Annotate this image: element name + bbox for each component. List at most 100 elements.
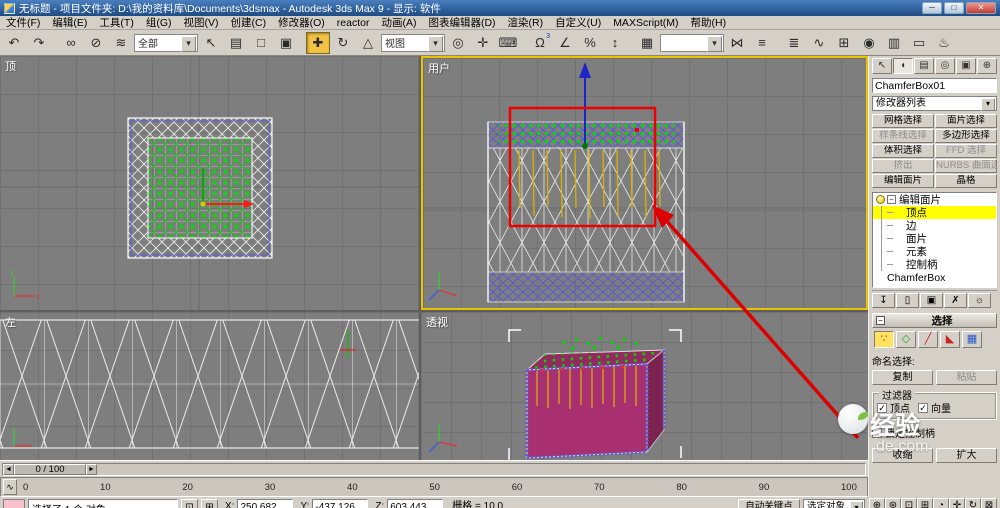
patch-select-button[interactable]: 面片选择 (935, 114, 997, 128)
curve-editor-button[interactable]: ∿ (807, 31, 831, 54)
stack-item-vertex[interactable]: 顶点 (873, 206, 996, 219)
display-tab[interactable]: ▣ (956, 58, 976, 74)
minimize-button[interactable]: ─ (922, 2, 942, 14)
viewport-left[interactable]: 左 (0, 312, 419, 460)
bind-to-spacewarp-button[interactable]: ≋ (109, 31, 133, 54)
previous-frame-button[interactable]: ◄ (3, 463, 14, 475)
motion-tab[interactable]: ◎ (935, 58, 955, 74)
toolbar-separator[interactable] (299, 32, 305, 54)
toolbar-separator[interactable] (521, 32, 527, 54)
extrude-button[interactable]: 挤出 (872, 159, 934, 173)
configure-modifier-sets-button[interactable]: ☼ (968, 293, 991, 308)
select-and-manipulate-button[interactable]: ✛ (471, 31, 495, 54)
object-name-input[interactable] (872, 78, 997, 93)
menu-customize[interactable]: 自定义(U) (549, 16, 607, 30)
render-setup-button[interactable]: ▥ (882, 31, 906, 54)
mesh-select-button[interactable]: 网格选择 (872, 114, 934, 128)
zoom-button[interactable]: ⊕ (869, 498, 885, 508)
copy-button[interactable]: 复制 (872, 370, 933, 385)
y-coordinate-input[interactable] (312, 499, 369, 508)
spinner-snap-button[interactable]: ↕ (603, 31, 627, 54)
zoom-extents-all-button[interactable]: ⊞ (917, 498, 933, 508)
handle-mode-button[interactable]: ◇ (896, 331, 916, 348)
arc-rotate-button[interactable]: ↻ (965, 498, 981, 508)
menu-file[interactable]: 文件(F) (0, 16, 46, 30)
close-button[interactable]: ✕ (966, 2, 996, 14)
min-max-toggle-button[interactable]: ⊠ (981, 498, 997, 508)
selection-rollout-header[interactable]: − 选择 (872, 313, 997, 328)
viewport-user[interactable]: 用户 (421, 56, 868, 310)
key-scope-dropdown[interactable]: 选定对象 (803, 499, 865, 508)
stack-item-edit-patch[interactable]: − 编辑面片 (873, 193, 996, 206)
angle-snap-button[interactable]: ∠ (553, 31, 577, 54)
menu-graph-editors[interactable]: 图表编辑器(D) (422, 16, 501, 30)
filter-vector-checkbox[interactable]: 向量 (918, 400, 951, 415)
patch-mode-button[interactable]: ◣ (940, 331, 960, 348)
maxscript-mini-listener[interactable] (3, 499, 25, 508)
schematic-view-button[interactable]: ⊞ (832, 31, 856, 54)
percent-snap-button[interactable]: % (578, 31, 602, 54)
selection-region-button[interactable]: □ (249, 31, 273, 54)
z-coordinate-input[interactable] (387, 499, 444, 508)
menu-create[interactable]: 创建(C) (225, 16, 273, 30)
undo-button[interactable]: ↶ (2, 31, 26, 54)
modifier-list-dropdown[interactable]: 修改器列表 (872, 96, 997, 111)
filter-vertex-checkbox[interactable]: 顶点 (877, 400, 910, 415)
menu-group[interactable]: 组(G) (140, 16, 178, 30)
element-mode-button[interactable]: ▦ (962, 331, 982, 348)
select-and-move-button[interactable]: ✚ (306, 31, 330, 54)
auto-key-button[interactable]: 自动关键点 (738, 499, 800, 508)
menu-reactor[interactable]: reactor (331, 16, 376, 30)
select-object-button[interactable]: ↖ (199, 31, 223, 54)
utilities-tab[interactable]: ⊕ (977, 58, 997, 74)
field-of-view-button[interactable]: ◔ (933, 498, 949, 508)
pan-button[interactable]: ✛ (949, 498, 965, 508)
material-editor-button[interactable]: ◉ (857, 31, 881, 54)
absolute-offset-toggle[interactable]: ⊞ (201, 499, 218, 508)
render-frame-button[interactable]: ▭ (907, 31, 931, 54)
selection-filter-dropdown[interactable]: 全部 (134, 33, 198, 52)
edit-named-selections-button[interactable]: ▦ (635, 31, 659, 54)
menu-edit[interactable]: 编辑(E) (46, 16, 93, 30)
menu-animation[interactable]: 动画(A) (375, 16, 422, 30)
expand-icon[interactable]: − (887, 195, 896, 204)
select-and-rotate-button[interactable]: ↻ (331, 31, 355, 54)
hierarchy-tab[interactable]: ▤ (914, 58, 934, 74)
create-tab[interactable]: ↖ (872, 58, 892, 74)
select-and-scale-button[interactable]: △ (356, 31, 380, 54)
viewport-user-label[interactable]: 用户 (428, 60, 450, 76)
quick-render-button[interactable]: ♨ (932, 31, 956, 54)
toolbar-separator[interactable] (628, 32, 634, 54)
menu-views[interactable]: 视图(V) (178, 16, 225, 30)
redo-button[interactable]: ↷ (27, 31, 51, 54)
snaps-toggle-button[interactable]: Ω 3 (528, 31, 552, 54)
volume-select-button[interactable]: 体积选择 (872, 144, 934, 158)
track-bar[interactable]: ∿ 0 10 20 30 40 50 60 70 80 90 100 (0, 477, 868, 497)
select-by-name-button[interactable]: ▤ (224, 31, 248, 54)
make-unique-button[interactable]: ▣ (920, 293, 943, 308)
viewport-top[interactable]: 顶 x y (0, 56, 419, 310)
use-center-button[interactable]: ◎ (446, 31, 470, 54)
viewport-perspective-label[interactable]: 透视 (426, 314, 448, 330)
select-and-link-button[interactable]: ∞ (59, 31, 83, 54)
pin-stack-button[interactable]: ↧ (872, 293, 895, 308)
menu-help[interactable]: 帮助(H) (685, 16, 733, 30)
reference-coordinate-dropdown[interactable]: 视图 (381, 33, 445, 52)
menu-tools[interactable]: 工具(T) (93, 16, 139, 30)
stack-item-chamferbox[interactable]: ChamferBox (873, 271, 996, 284)
toolbar-separator[interactable] (52, 32, 58, 54)
lattice-button[interactable]: 晶格 (935, 174, 997, 188)
keyboard-override-button[interactable]: ⌨ (496, 31, 520, 54)
remove-modifier-button[interactable]: ✗ (944, 293, 967, 308)
ffd-select-button[interactable]: FFD 选择 (935, 144, 997, 158)
time-slider-track[interactable]: ◄ 0 / 100 ► (2, 462, 866, 476)
viewport-top-label[interactable]: 顶 (5, 58, 16, 74)
layer-manager-button[interactable]: ≣ (782, 31, 806, 54)
vertex-mode-button[interactable]: ∵ (874, 331, 894, 348)
selection-lock-toggle[interactable]: ⊡ (181, 499, 198, 508)
time-slider-handle[interactable]: 0 / 100 (14, 463, 86, 475)
menu-rendering[interactable]: 渲染(R) (502, 16, 550, 30)
shrink-button[interactable]: 收缩 (872, 448, 933, 463)
x-coordinate-input[interactable] (237, 499, 294, 508)
viewport-left-label[interactable]: 左 (5, 314, 16, 330)
